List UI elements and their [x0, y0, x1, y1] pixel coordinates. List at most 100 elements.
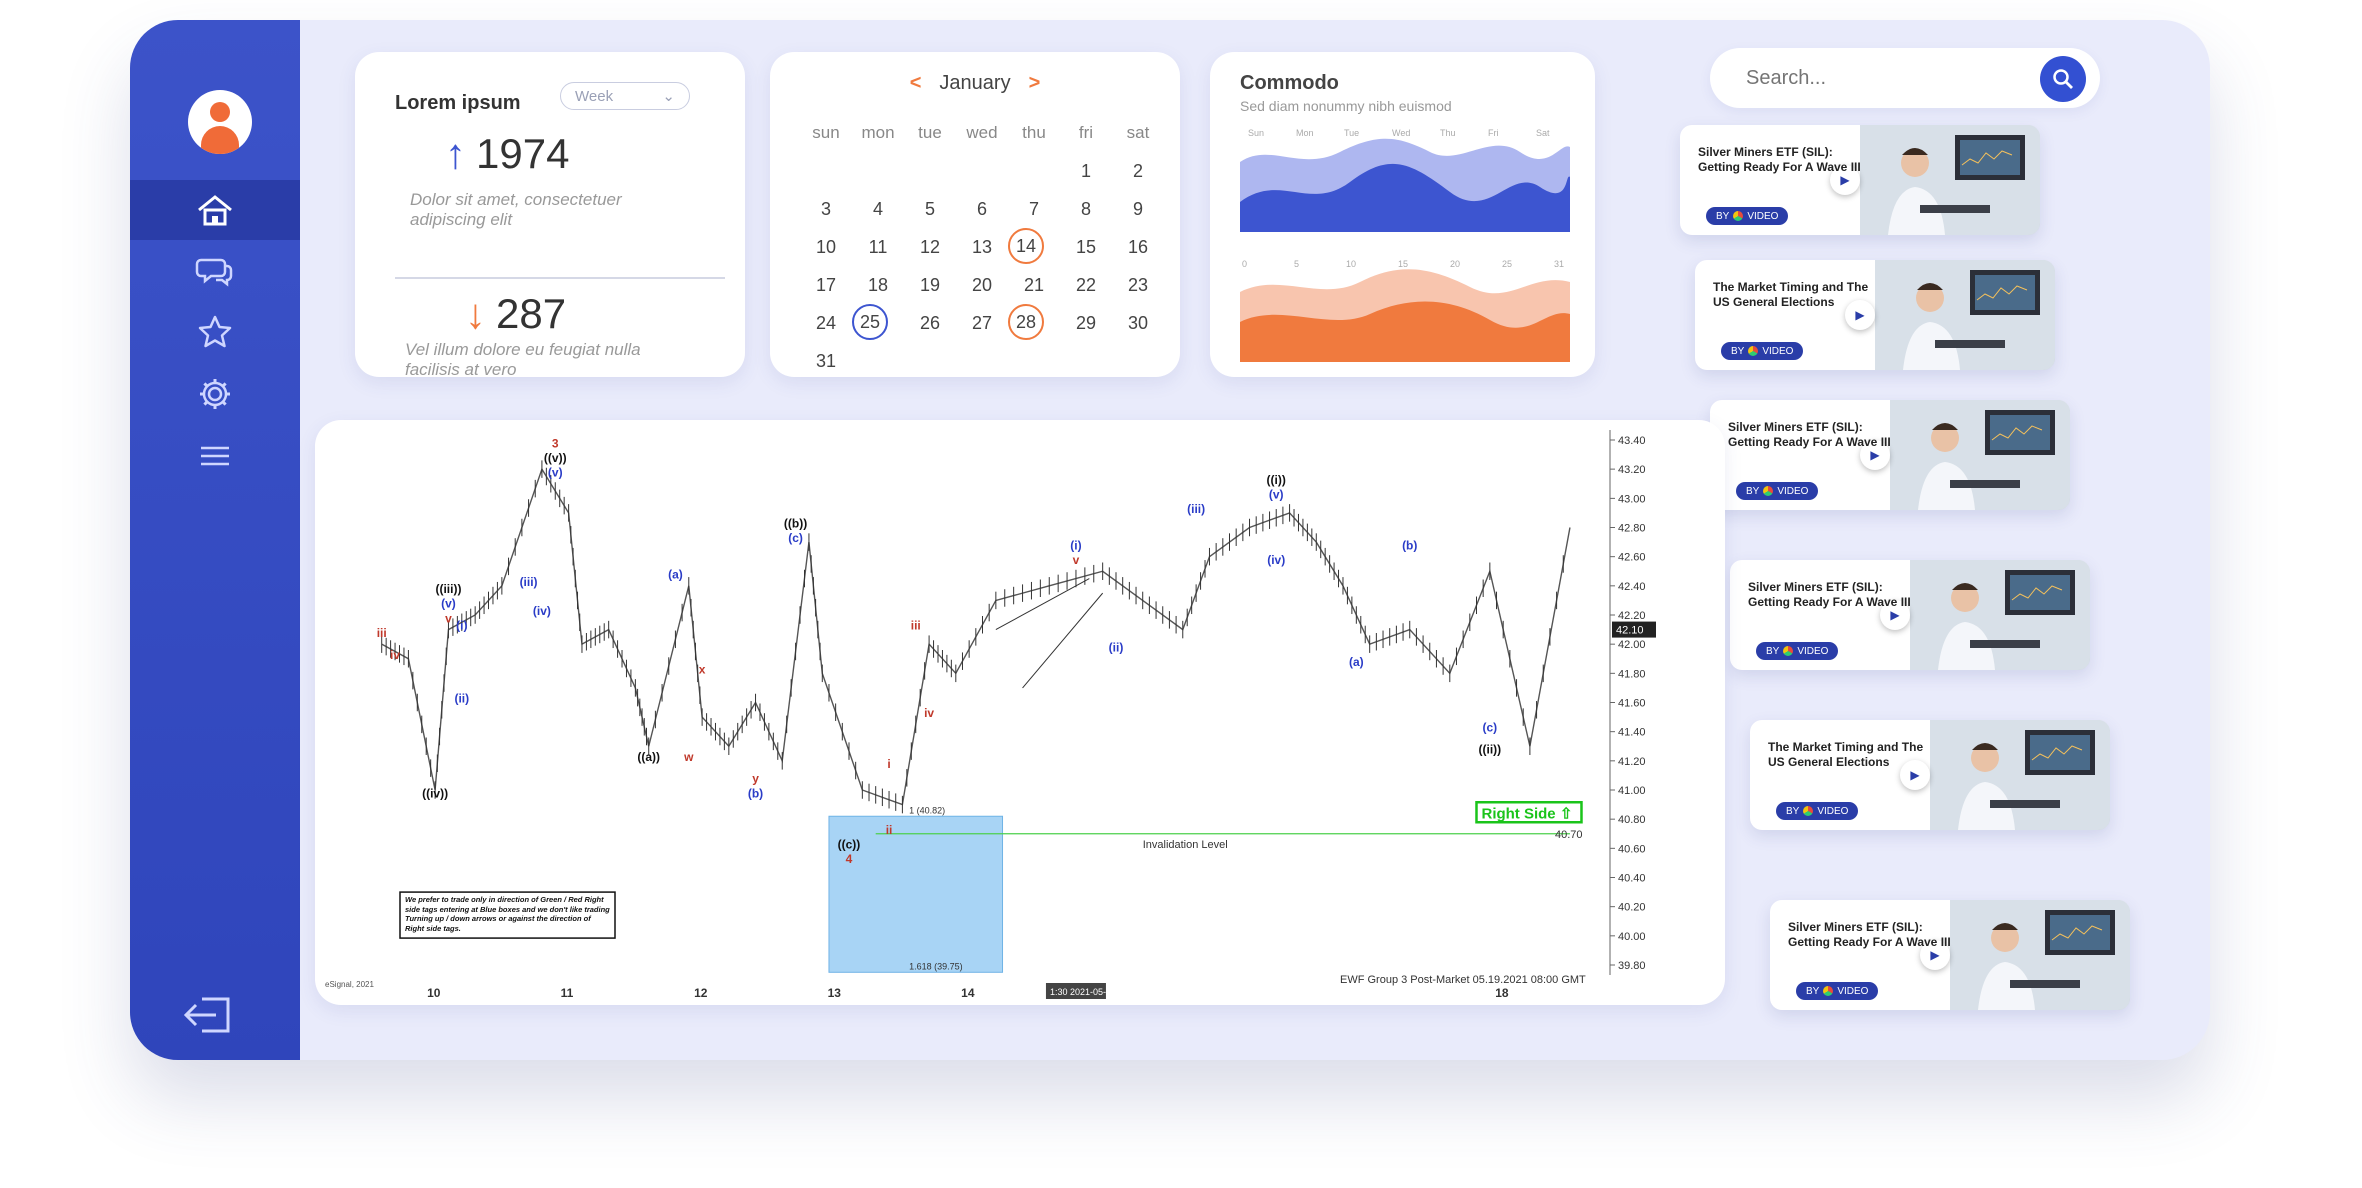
calendar-day[interactable]: 12 [904, 228, 956, 266]
period-dropdown[interactable]: Week ⌄ [560, 82, 690, 110]
commodo-top-tick: Fri [1488, 128, 1499, 138]
badge-by: BY [1766, 645, 1780, 657]
calendar-day[interactable]: 21 [1008, 266, 1060, 304]
calendar-day-number: 19 [919, 274, 941, 295]
calendar-day-number: 29 [1075, 312, 1097, 333]
avatar[interactable] [188, 90, 252, 154]
calendar-day[interactable]: 2 [1112, 152, 1164, 190]
video-card[interactable]: ▶ The Market Timing and The US General E… [1750, 720, 2110, 830]
commodo-bottom-tick: 31 [1554, 259, 1564, 269]
home-icon[interactable] [130, 180, 300, 240]
calendar-day[interactable]: 6 [956, 190, 1008, 228]
badge-label: VIDEO [1747, 210, 1779, 222]
chevron-right-icon[interactable]: > [1029, 72, 1041, 94]
calendar-day[interactable]: 9 [1112, 190, 1164, 228]
wave-label: (iii) [520, 575, 538, 589]
stats-title: Lorem ipsum [395, 92, 521, 114]
calendar-day[interactable]: 29 [1060, 304, 1112, 342]
calendar-day[interactable]: 30 [1112, 304, 1164, 342]
calendar-day[interactable]: 18 [852, 266, 904, 304]
calendar-day-number: 12 [919, 236, 941, 257]
video-badge[interactable]: BY VIDEO [1736, 482, 1819, 500]
calendar-day[interactable]: 3 [800, 190, 852, 228]
calendar-day[interactable]: 19 [904, 266, 956, 304]
video-badge[interactable]: BY VIDEO [1756, 642, 1839, 660]
weekday-label: thu [1022, 123, 1046, 142]
badge-by: BY [1731, 345, 1745, 357]
calendar-day[interactable]: 27 [956, 304, 1008, 342]
calendar-day[interactable]: 25 [852, 304, 888, 340]
video-card[interactable]: ▶ Silver Miners ETF (SIL): Getting Ready… [1730, 560, 2090, 670]
calendar-day-number: 26 [919, 312, 941, 333]
chevron-left-icon[interactable]: < [910, 72, 922, 94]
calendar-day[interactable]: 13 [956, 228, 1008, 266]
calendar-day[interactable]: 17 [800, 266, 852, 304]
calendar-day[interactable]: 1 [1060, 152, 1112, 190]
video-card[interactable]: ▶ The Market Timing and The US General E… [1695, 260, 2055, 370]
calendar-day[interactable]: 8 [1060, 190, 1112, 228]
star-icon[interactable] [130, 302, 300, 362]
calendar-day[interactable]: 26 [904, 304, 956, 342]
chart-watermark: eSignal, 2021 [325, 980, 374, 989]
search-input[interactable] [1746, 62, 2006, 94]
wave-label: x [699, 662, 706, 676]
calendar-day[interactable]: 24 [800, 304, 852, 342]
wave-label: i [887, 757, 890, 771]
calendar-day[interactable]: 22 [1060, 266, 1112, 304]
video-card[interactable]: ▶ Silver Miners ETF (SIL): Getting Ready… [1710, 400, 2070, 510]
calendar-day[interactable]: 11 [852, 228, 904, 266]
weekday-label: sat [1126, 123, 1150, 142]
calendar-day[interactable]: 7 [1008, 190, 1060, 228]
play-icon: ▶ [1910, 768, 1920, 782]
video-badge[interactable]: BY VIDEO [1776, 802, 1859, 820]
commodo-bottom-tick: 15 [1398, 259, 1408, 269]
video-badge[interactable]: BY VIDEO [1721, 342, 1804, 360]
calendar-day[interactable]: 31 [800, 342, 852, 380]
calendar-day-number: 30 [1127, 312, 1149, 333]
badge-label: VIDEO [1837, 985, 1869, 997]
wave-label: ii [886, 823, 893, 837]
calendar-day-number: 27 [971, 312, 993, 333]
commodo-bottom-tick: 20 [1450, 259, 1460, 269]
calendar-day-number: 13 [971, 236, 993, 257]
search-button[interactable] [2040, 56, 2086, 102]
calendar-day-number: 31 [815, 350, 837, 371]
wave-label: ((iii)) [435, 582, 461, 596]
menu-icon[interactable] [130, 426, 300, 486]
weekday-label: tue [918, 123, 942, 142]
wave-label: (c) [1483, 721, 1498, 735]
wave-label: (iii) [1187, 502, 1205, 516]
wave-label: 4 [846, 852, 853, 866]
calendar-day[interactable]: 23 [1112, 266, 1164, 304]
stat-up-value: 1974 [476, 130, 570, 177]
chevron-down-icon: ⌄ [662, 88, 675, 105]
calendar-day[interactable]: 5 [904, 190, 956, 228]
y-tick-label: 42.60 [1618, 552, 1646, 564]
chat-icon[interactable] [130, 240, 300, 300]
wave-label: ((c)) [838, 837, 861, 851]
video-badge[interactable]: BY VIDEO [1706, 207, 1789, 225]
video-title: The Market Timing and The US General Ele… [1713, 280, 1869, 309]
wave-label: v [445, 611, 452, 625]
gear-icon[interactable] [130, 364, 300, 424]
calendar-day-number: 8 [1080, 198, 1091, 219]
calendar-day[interactable]: 20 [956, 266, 1008, 304]
video-card[interactable]: ▶ Silver Miners ETF (SIL): Getting Ready… [1680, 125, 2040, 235]
calendar-day[interactable]: 10 [800, 228, 852, 266]
price-chart-card: 43.40 43.20 43.00 42.80 42.60 42.40 42.20 42.00… [315, 420, 1725, 1005]
calendar-day-number: 1 [1080, 160, 1091, 181]
stat-up-text: Dolor sit amet, consectetuer adipiscing … [410, 190, 622, 229]
calendar-day[interactable]: 16 [1112, 228, 1164, 266]
video-badge[interactable]: BY VIDEO [1796, 982, 1879, 1000]
search-icon [2053, 69, 2073, 89]
calendar-day[interactable]: 14 [1008, 228, 1044, 264]
calendar-empty [904, 152, 956, 190]
calendar-day[interactable]: 4 [852, 190, 904, 228]
search-bar [1710, 48, 2100, 108]
calendar-day[interactable]: 15 [1060, 228, 1112, 266]
video-card[interactable]: ▶ Silver Miners ETF (SIL): Getting Ready… [1770, 900, 2130, 1010]
calendar-day-number: 23 [1127, 274, 1149, 295]
calendar-day[interactable]: 28 [1008, 304, 1044, 340]
sidebar [130, 20, 300, 1060]
logout-icon[interactable] [182, 995, 234, 1035]
